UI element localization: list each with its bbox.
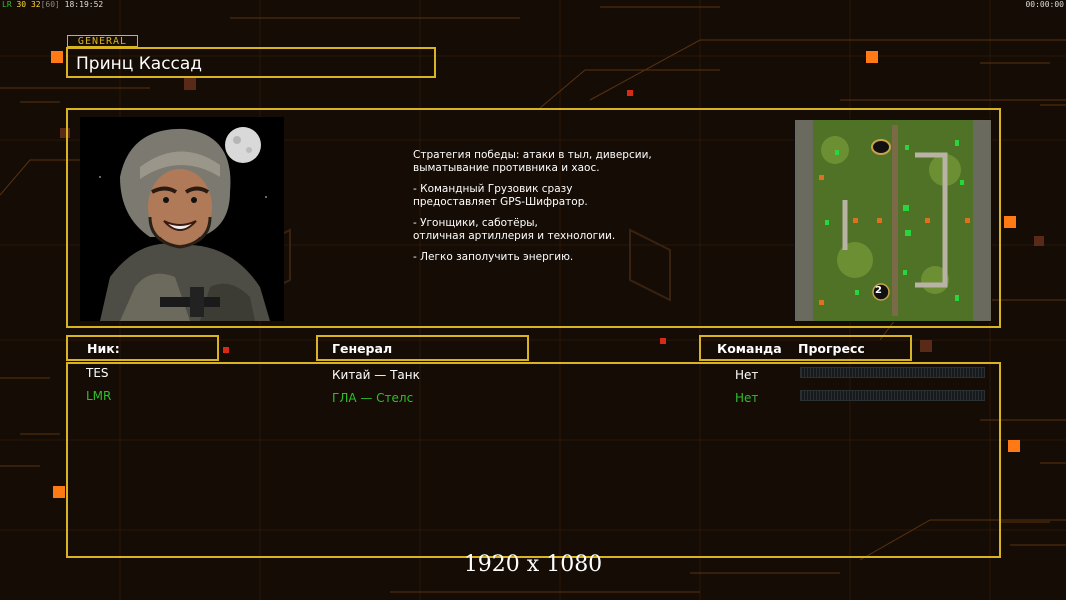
- deco-square: [1004, 216, 1016, 228]
- deco-square: [51, 51, 63, 63]
- system-clock: 18:19:52: [64, 0, 104, 9]
- player-general: ГЛА — Стелс: [332, 391, 414, 405]
- fps-readout: LR 30 32[60] 18:19:52: [2, 0, 103, 9]
- header-nick-label: Ник:: [87, 341, 120, 356]
- deco-square: [223, 347, 229, 353]
- description-line: отличная артиллерия и технологии.: [413, 230, 616, 242]
- description-line: - Угонщики, саботёры,: [413, 217, 538, 229]
- header-team-progress: Команда Прогресс: [699, 335, 912, 361]
- header-nick: Ник:: [66, 335, 219, 361]
- game-timer: 00:00:00: [1025, 0, 1064, 9]
- header-general-label: Генерал: [332, 341, 393, 356]
- description-line: выматывание противника и хаос.: [413, 162, 600, 174]
- fps-value-a: 30: [16, 0, 27, 9]
- player-nick: LMR: [86, 389, 112, 403]
- header-team-label: Команда: [717, 341, 782, 356]
- general-portrait: [80, 117, 284, 321]
- description-line: Стратегия победы: атаки в тыл, диверсии,: [413, 149, 652, 161]
- deco-square: [1008, 440, 1020, 452]
- description-line: - Легко заполучить энергию.: [413, 251, 574, 263]
- deco-square: [1034, 236, 1044, 246]
- player-team: Нет: [735, 391, 759, 405]
- deco-square: [627, 90, 633, 96]
- header-general: Генерал: [316, 335, 529, 361]
- fps-value-b: 32: [30, 0, 41, 9]
- player-team: Нет: [735, 368, 759, 382]
- description-line: предоставляет GPS-Шифратор.: [413, 196, 588, 208]
- deco-square: [920, 340, 932, 352]
- minimap-preview[interactable]: 2: [794, 119, 992, 322]
- header-progress-label: Прогресс: [798, 341, 865, 356]
- deco-square: [866, 51, 878, 63]
- player-progress-bar: [800, 367, 985, 378]
- general-name: Принц Кассад: [76, 54, 203, 74]
- player-nick: TES: [86, 366, 109, 380]
- player-progress-bar: [800, 390, 985, 401]
- general-tab: GENERAL: [67, 35, 138, 47]
- description-line: - Командный Грузовик сразу: [413, 183, 573, 195]
- fps-value-c: [60]: [40, 0, 60, 9]
- deco-square: [53, 486, 65, 498]
- resolution-caption: 1920 x 1080: [463, 552, 603, 577]
- general-title-box: Принц Кассад: [66, 47, 436, 78]
- map-start-marker: 2: [875, 285, 882, 296]
- general-description: Стратегия победы: атаки в тыл, диверсии,…: [413, 149, 783, 264]
- player-general: Китай — Танк: [332, 368, 420, 382]
- fps-label: LR: [2, 0, 12, 9]
- deco-square: [184, 78, 196, 90]
- deco-square: [660, 338, 666, 344]
